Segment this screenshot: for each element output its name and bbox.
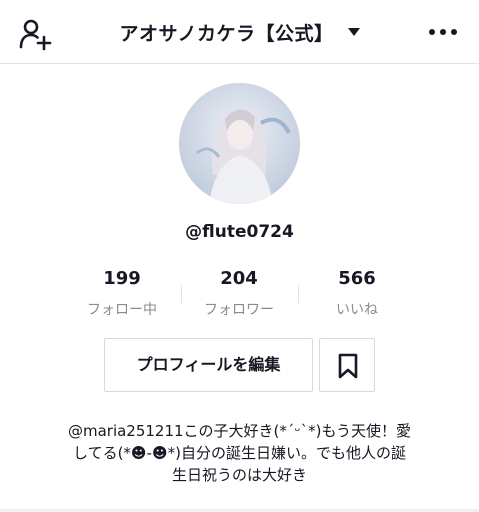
followers-count: 204 [220,268,258,289]
profile-bio: @maria251211この子大好き(*´ᵕ`*)もう天使！愛 してる(*☻-☻… [40,420,439,486]
profile-username: @flute0724 [185,222,294,242]
bookmark-button[interactable] [319,338,375,392]
bookmark-icon [338,353,358,379]
stat-divider [298,285,299,303]
stat-likes[interactable]: 566 いいね [302,267,412,319]
likes-count: 566 [338,268,376,289]
caret-down-icon[interactable] [347,27,360,36]
followers-label: フォロワー [204,302,274,318]
bio-line: 生日祝うのは大好き [171,466,307,484]
account-title[interactable]: アオサノカケラ【公式】 [119,19,333,46]
stat-followers[interactable]: 204 フォロワー [184,267,294,319]
bio-line: @maria251211この子大好き(*´ᵕ`*)もう天使！愛 [67,422,412,440]
following-count: 199 [103,268,141,289]
following-label: フォロー中 [87,302,157,318]
more-horizontal-icon[interactable] [429,27,457,37]
profile-avatar[interactable] [179,83,300,204]
likes-label: いいね [336,302,378,318]
edit-profile-button[interactable]: プロフィールを編集 [104,338,313,392]
bio-line: してる(*☻-☻*)自分の誕生日嫌い。でも他人の誕 [73,444,406,462]
stat-following[interactable]: 199 フォロー中 [67,267,177,319]
stat-divider [181,285,182,303]
profile-header: アオサノカケラ【公式】 [0,0,479,64]
